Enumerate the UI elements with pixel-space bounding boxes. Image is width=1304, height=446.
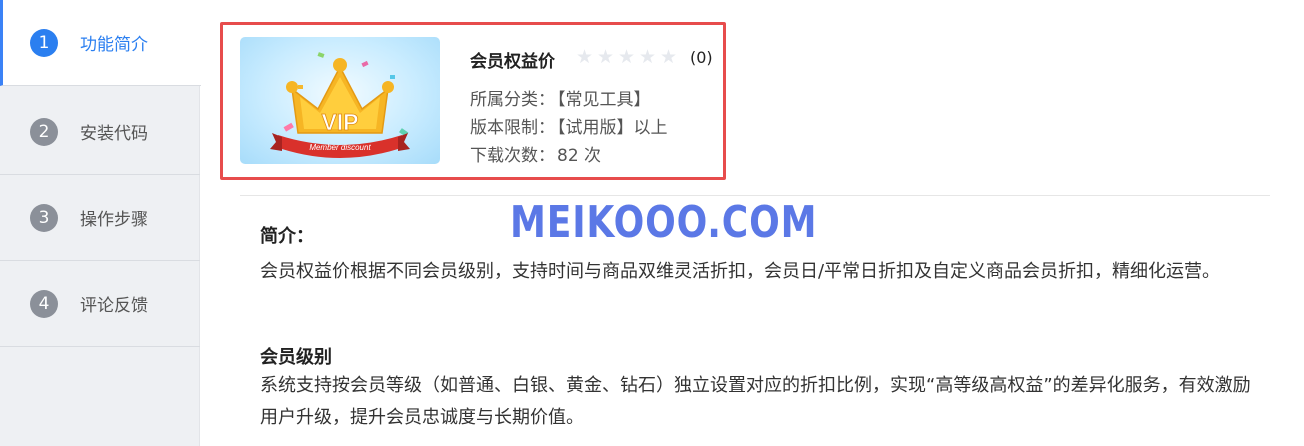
sidebar-item-intro[interactable]: 1 功能简介 bbox=[0, 0, 201, 86]
version-row: 版本限制： 【试用版】以上 bbox=[470, 113, 668, 138]
level-text: 系统支持按会员等级（如普通、白银、黄金、钻石）独立设置对应的折扣比例，实现“高等… bbox=[260, 375, 1251, 428]
category-value[interactable]: 【常见工具】 bbox=[557, 90, 651, 110]
watermark: MEIKOOO.COM bbox=[510, 197, 818, 248]
step-number-3: 3 bbox=[30, 203, 58, 232]
sidebar-item-label: 评论反馈 bbox=[80, 296, 148, 316]
sidebar-item-label: 安装代码 bbox=[80, 124, 148, 144]
sidebar-item-feedback[interactable]: 4 评论反馈 bbox=[0, 261, 200, 347]
version-value: 【试用版】以上 bbox=[557, 118, 668, 138]
ribbon-text: Member discount bbox=[309, 143, 371, 152]
star-icon[interactable]: ★ bbox=[576, 48, 594, 67]
sidebar-item-steps[interactable]: 3 操作步骤 bbox=[0, 175, 200, 261]
star-icon[interactable]: ★ bbox=[639, 48, 657, 67]
step-number-2: 2 bbox=[30, 117, 58, 146]
rating-count: (0) bbox=[690, 48, 713, 67]
product-title: 会员权益价 bbox=[470, 52, 555, 72]
category-label: 所属分类： bbox=[470, 90, 555, 110]
intro-text: 会员权益价根据不同会员级别，支持时间与商品双维灵活折扣，会员日/平常日折扣及自定… bbox=[260, 261, 1221, 282]
version-label: 版本限制： bbox=[470, 118, 555, 138]
downloads-value: 82 次 bbox=[557, 146, 602, 166]
sidebar-item-label: 功能简介 bbox=[80, 35, 148, 55]
star-icon[interactable]: ★ bbox=[597, 48, 615, 67]
intro-title: 简介： bbox=[260, 226, 314, 247]
crown-vip-text: VIP bbox=[321, 109, 358, 135]
sidebar-item-install[interactable]: 2 安装代码 bbox=[0, 89, 200, 175]
vip-crown-illustration: VIP Member discount bbox=[270, 52, 410, 158]
downloads-row: 下载次数： 82 次 bbox=[470, 141, 601, 166]
step-number-1: 1 bbox=[30, 28, 58, 57]
product-info-card: VIP Member discount 会员权益价 ★ ★ ★ ★ ★ (0) … bbox=[220, 22, 726, 180]
divider bbox=[240, 195, 1270, 196]
category-row: 所属分类： 【常见工具】 bbox=[470, 85, 651, 110]
star-icon[interactable]: ★ bbox=[660, 48, 678, 67]
sidebar: 1 功能简介 2 安装代码 3 操作步骤 4 评论反馈 bbox=[0, 0, 201, 446]
downloads-label: 下载次数： bbox=[470, 146, 555, 166]
level-title: 会员级别 bbox=[260, 347, 332, 368]
step-number-4: 4 bbox=[30, 289, 58, 318]
rating-stars[interactable]: ★ ★ ★ ★ ★ bbox=[576, 48, 678, 67]
product-image: VIP Member discount bbox=[240, 37, 440, 164]
sidebar-item-label: 操作步骤 bbox=[80, 210, 148, 230]
star-icon[interactable]: ★ bbox=[618, 48, 636, 67]
